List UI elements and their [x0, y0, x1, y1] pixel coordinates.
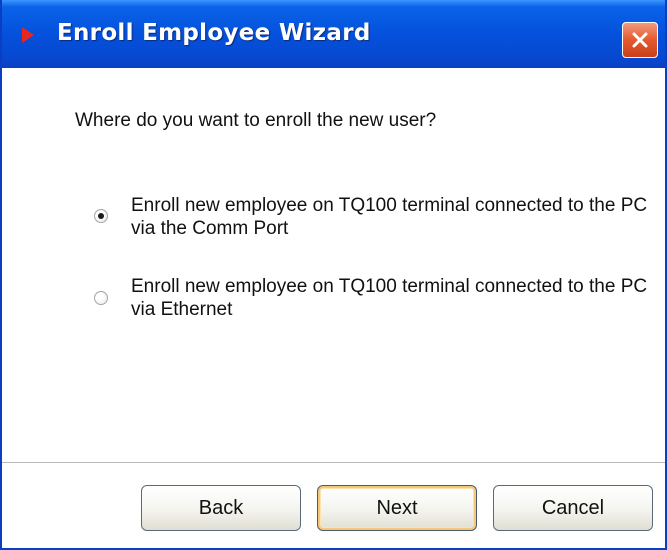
next-button[interactable]: Next — [317, 485, 477, 531]
radio-comm-port[interactable] — [94, 209, 108, 223]
close-icon — [632, 32, 648, 48]
radio-ethernet[interactable] — [94, 291, 108, 305]
cancel-button[interactable]: Cancel — [493, 485, 653, 531]
red-arrow-icon — [22, 27, 34, 43]
option-comm-port-label[interactable]: Enroll new employee on TQ100 terminal co… — [131, 194, 651, 240]
option-ethernet-label[interactable]: Enroll new employee on TQ100 terminal co… — [131, 275, 651, 321]
window-title: Enroll Employee Wizard — [57, 20, 371, 46]
back-button[interactable]: Back — [141, 485, 301, 531]
close-button[interactable] — [622, 22, 658, 58]
wizard-window: Enroll Employee Wizard Where do you want… — [0, 0, 667, 550]
radio-selected-dot — [98, 213, 104, 219]
title-bar[interactable]: Enroll Employee Wizard — [2, 0, 665, 68]
question-text: Where do you want to enroll the new user… — [75, 110, 437, 131]
